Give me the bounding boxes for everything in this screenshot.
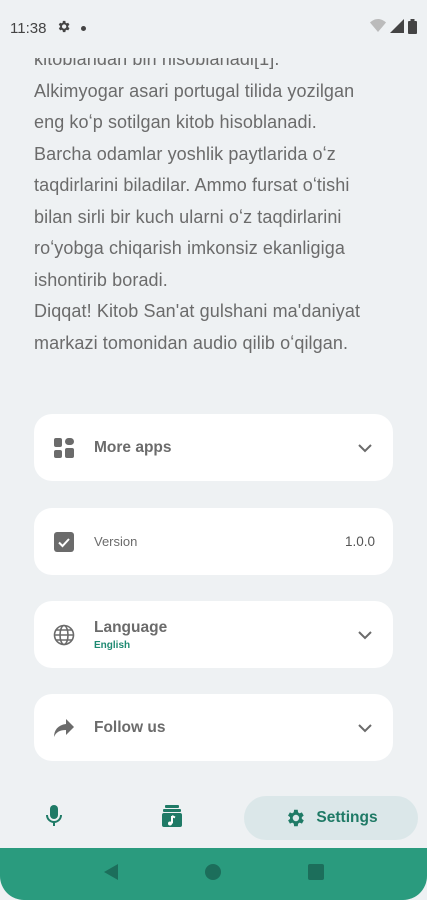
language-card[interactable]: Language English [34, 601, 393, 668]
version-label: Version [94, 534, 138, 549]
description-line: roʻyobga chiqarish imkonsiz ekanligiga [34, 238, 345, 258]
status-right [370, 18, 417, 38]
nav-microphone[interactable] [34, 796, 74, 840]
description-line: Diqqat! Kitob San'at gulshani ma'daniyat [34, 301, 361, 321]
follow-us-card[interactable]: Follow us [34, 694, 393, 761]
description-line: eng koʻp sotilgan kitob hisoblanadi. [34, 112, 317, 132]
check-box-icon [52, 530, 76, 554]
status-bar: 11:38 [0, 0, 427, 56]
globe-icon [52, 623, 76, 647]
status-time: 11:38 [10, 19, 47, 37]
status-left: 11:38 [10, 19, 87, 38]
book-description: kitoblaridan biri hisoblanadi[1]. Alkimy… [34, 58, 404, 388]
description-line: bilan sirli bir kuch ularni oʻz taqdirla… [34, 206, 342, 227]
follow-us-label: Follow us [94, 718, 166, 736]
gear-icon [284, 807, 306, 829]
version-label-wrap: Version [94, 534, 345, 549]
nav-library[interactable] [152, 796, 192, 840]
follow-us-label-wrap: Follow us [94, 719, 355, 737]
share-arrow-icon [52, 716, 76, 740]
description-line: kitoblaridan biri hisoblanadi[1]. [34, 58, 280, 69]
nav-settings-label: Settings [316, 809, 378, 826]
grid-icon [52, 436, 76, 460]
language-label: Language [94, 618, 168, 636]
cell-signal-icon [390, 19, 404, 37]
wifi-icon [370, 19, 386, 37]
more-apps-card[interactable]: More apps [34, 414, 393, 481]
microphone-icon [45, 804, 63, 833]
description-line: ishontirib boradi. [34, 269, 168, 290]
version-card: Version 1.0.0 [34, 508, 393, 575]
description-line: taqdirlarini biladilar. Ammo fursat oʻti… [34, 175, 350, 195]
music-library-icon [161, 804, 183, 833]
description-line: Alkimyogar asari portugal tilida yozilga… [34, 80, 355, 101]
notification-dot-icon [81, 25, 87, 31]
more-apps-label-wrap: More apps [94, 439, 355, 457]
chevron-down-icon[interactable] [355, 438, 375, 458]
more-apps-label: More apps [94, 438, 172, 456]
recents-icon[interactable] [307, 863, 324, 885]
battery-icon [408, 18, 417, 38]
gear-icon [56, 19, 71, 38]
back-icon[interactable] [103, 863, 119, 886]
home-icon[interactable] [205, 863, 222, 885]
version-value: 1.0.0 [344, 534, 375, 549]
language-label-wrap: Language English [94, 619, 355, 651]
language-value: English [94, 639, 131, 651]
chevron-down-icon[interactable] [355, 718, 375, 738]
nav-settings[interactable]: Settings [244, 796, 418, 840]
bottom-navigation: Settings [0, 788, 427, 848]
chevron-down-icon[interactable] [355, 625, 375, 645]
description-line: markazi tomonidan audio qilib oʻqilgan. [34, 332, 349, 353]
system-navigation-bar [0, 848, 427, 900]
description-line: Barcha odamlar yoshlik paytlarida oʻz [34, 143, 336, 164]
